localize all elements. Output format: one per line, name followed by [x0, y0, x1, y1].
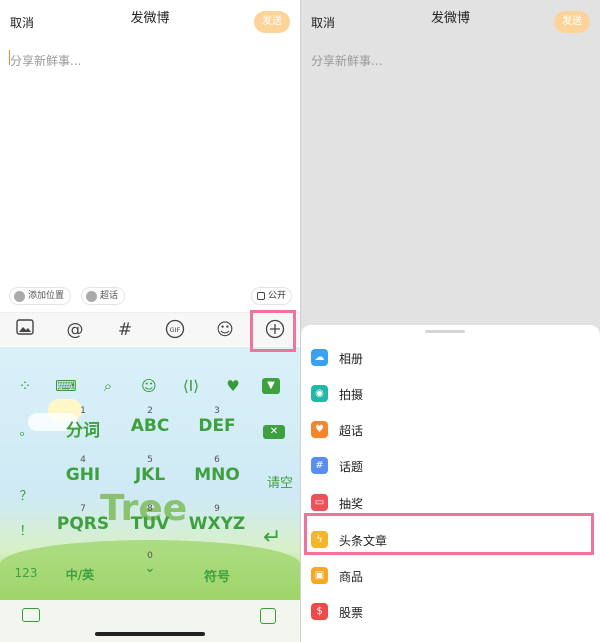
menu-item[interactable]: $ 股票 — [301, 593, 600, 629]
hash-icon[interactable]: # — [114, 319, 136, 341]
highlight-box-article — [304, 513, 594, 555]
image-icon[interactable] — [14, 319, 36, 341]
skin-icon[interactable]: ♥ — [221, 377, 245, 395]
header: 取消 发微博 发送 — [0, 0, 300, 38]
add-location-label: 添加位置 — [28, 291, 65, 301]
gif-label: GIF — [170, 326, 181, 334]
super-topic-icon: ♥ — [311, 421, 328, 438]
key-4[interactable]: 4 GHI — [45, 455, 121, 485]
collapse-keyboard-icon[interactable]: ▼ — [262, 378, 280, 394]
cursor-icon[interactable]: ⟨I⟩ — [179, 377, 203, 395]
gif-icon[interactable]: GIF — [164, 319, 186, 341]
home-indicator — [95, 632, 205, 636]
punct-key-question[interactable]: ？ — [0, 485, 52, 504]
header: 取消 发微博 发送 — [301, 0, 600, 38]
album-icon: ☁ — [311, 349, 328, 366]
keyboard-layout-icon[interactable]: ⌨ — [54, 377, 78, 395]
super-topic-chip[interactable]: 超话 — [81, 287, 126, 305]
stock-icon: $ — [311, 603, 328, 620]
space-key[interactable]: 0 ⌄ — [112, 551, 188, 576]
at-icon[interactable]: @ — [64, 319, 86, 341]
send-button[interactable]: 发送 — [554, 11, 590, 33]
highlight-box-plus — [250, 310, 296, 352]
menu-item[interactable]: ▣ 商品 — [301, 557, 600, 593]
keyboard-bottom-bar — [0, 600, 300, 642]
topic-icon: # — [311, 457, 328, 474]
camera-icon: ◉ — [311, 385, 328, 402]
lang-switch-key[interactable]: 中/英 — [42, 566, 118, 583]
super-topic-icon — [86, 291, 97, 302]
attachment-menu-sheet: ☁ 相册 ◉ 拍摄 ♥ 超话 # 话题 ▭ 抽奖 ϟ 头条文章 ▣ 商品 $ 股票 — [301, 325, 600, 642]
key-5[interactable]: 5 JKL — [112, 455, 188, 485]
emoji-icon[interactable]: ☺ — [137, 377, 161, 395]
menu-item-label: 股票 — [339, 606, 364, 620]
menu-item-label: 商品 — [339, 570, 364, 584]
lock-icon — [256, 292, 265, 300]
menu-item[interactable]: # 话题 — [301, 447, 600, 483]
visibility-chip[interactable]: 公开 — [250, 287, 292, 305]
clipboard-icon[interactable] — [260, 608, 276, 624]
delete-key[interactable]: ✕ — [263, 425, 285, 439]
clear-key[interactable]: 请空 — [260, 472, 300, 491]
shopping-icon: ▣ — [311, 567, 328, 584]
send-button[interactable]: 发送 — [254, 11, 290, 33]
visibility-label: 公开 — [267, 291, 286, 301]
compose-screen-keyboard: 取消 发微博 发送 分享新鲜事... 添加位置 超话 公开 @ # GIF ☺ … — [0, 0, 300, 642]
menu-item-label: 拍摄 — [339, 388, 364, 402]
key-1[interactable]: 1 分词 — [45, 406, 121, 441]
key-8[interactable]: 8 TUV — [112, 504, 188, 534]
menu-item[interactable]: ♥ 超话 — [301, 411, 600, 447]
key-3[interactable]: 3 DEF — [179, 406, 255, 436]
symbols-key[interactable]: 符号 — [179, 566, 255, 585]
menu-item[interactable]: ◉ 拍摄 — [301, 375, 600, 411]
keyboard-toggle-icon[interactable] — [22, 608, 40, 622]
add-location-chip[interactable]: 添加位置 — [9, 287, 72, 305]
menu-item[interactable]: ☁ 相册 — [301, 339, 600, 375]
compose-input[interactable]: 分享新鲜事... — [10, 52, 81, 69]
grid-icon[interactable]: ⁘ — [13, 377, 37, 395]
sheet-handle[interactable] — [425, 330, 465, 333]
key-7[interactable]: 7 PQRS — [45, 504, 121, 534]
enter-key[interactable]: ↵ — [263, 525, 281, 550]
compose-input[interactable]: 分享新鲜事... — [311, 52, 382, 69]
search-icon[interactable]: ⌕ — [96, 377, 120, 395]
super-topic-label: 超话 — [100, 291, 119, 301]
mic-icon: ⌄ — [144, 561, 156, 576]
emoji-icon[interactable]: ☺ — [214, 319, 236, 341]
menu-item-label: 话题 — [339, 460, 364, 474]
location-icon — [14, 291, 25, 302]
key-9[interactable]: 9 WXYZ — [179, 504, 255, 534]
key-2[interactable]: 2 ABC — [112, 406, 188, 436]
menu-item-label: 相册 — [339, 352, 364, 366]
menu-item-label: 超话 — [339, 424, 364, 438]
menu-item-label: 抽奖 — [339, 497, 364, 511]
lottery-icon: ▭ — [311, 494, 328, 511]
key-6[interactable]: 6 MNO — [179, 455, 255, 485]
